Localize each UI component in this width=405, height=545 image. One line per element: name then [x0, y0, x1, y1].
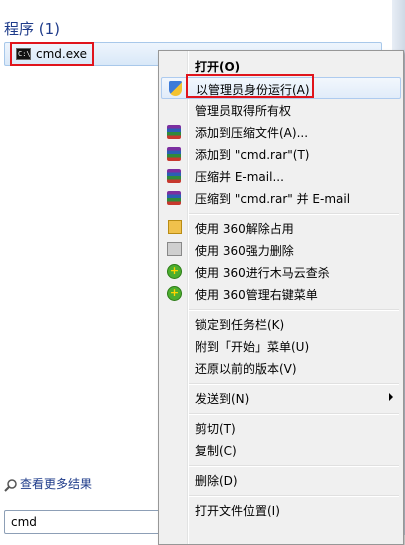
- menu-separator: [189, 383, 399, 385]
- search-icon: [4, 478, 17, 492]
- 360-manage-icon: +: [167, 286, 182, 301]
- top-edge: [0, 0, 392, 3]
- menu-item-add-to-archive[interactable]: 添加到压缩文件(A)...: [161, 121, 401, 143]
- menu-item-360-force-delete[interactable]: 使用 360强力删除: [161, 239, 401, 261]
- menu-item-360-cloud-scan[interactable]: + 使用 360进行木马云查杀: [161, 261, 401, 283]
- menu-separator: [189, 309, 399, 311]
- menu-item-label: 压缩并 E-mail...: [195, 170, 284, 184]
- menu-item-label: 打开(O): [195, 60, 241, 74]
- menu-separator: [189, 465, 399, 467]
- menu-item-label: 还原以前的版本(V): [195, 362, 297, 376]
- menu-item-label: 打开文件位置(I): [195, 504, 280, 518]
- menu-item-delete[interactable]: 删除(D): [161, 469, 401, 491]
- uac-shield-icon: [169, 81, 182, 96]
- menu-item-restore-previous[interactable]: 还原以前的版本(V): [161, 357, 401, 379]
- submenu-arrow-icon: [389, 393, 393, 401]
- menu-item-label: 附到「开始」菜单(U): [195, 340, 310, 354]
- menu-item-label: 管理员取得所有权: [195, 104, 292, 118]
- menu-item-add-to-cmd-rar[interactable]: 添加到 "cmd.rar"(T): [161, 143, 401, 165]
- see-more-results-link[interactable]: 查看更多结果: [4, 475, 92, 492]
- menu-item-label: 删除(D): [195, 474, 238, 488]
- menu-item-label: 剪切(T): [195, 422, 236, 436]
- menu-item-take-ownership[interactable]: 管理员取得所有权: [161, 99, 401, 121]
- winrar-icon: [167, 191, 181, 205]
- menu-item-label: 使用 360进行木马云查杀: [195, 266, 330, 280]
- menu-item-label: 使用 360解除占用: [195, 222, 294, 236]
- menu-item-360-manage-menu[interactable]: + 使用 360管理右键菜单: [161, 283, 401, 305]
- section-title-programs: 程序 (1): [4, 20, 61, 38]
- menu-item-pin-start[interactable]: 附到「开始」菜单(U): [161, 335, 401, 357]
- 360-scan-icon: +: [167, 264, 182, 279]
- menu-item-open-file-location[interactable]: 打开文件位置(I): [161, 499, 401, 521]
- menu-separator: [189, 495, 399, 497]
- menu-item-label: 压缩到 "cmd.rar" 并 E-mail: [195, 192, 351, 206]
- see-more-results-label: 查看更多结果: [20, 477, 93, 491]
- menu-item-label: 添加到 "cmd.rar"(T): [195, 148, 310, 162]
- menu-item-360-unlock[interactable]: 使用 360解除占用: [161, 217, 401, 239]
- menu-item-label: 使用 360管理右键菜单: [195, 288, 318, 302]
- menu-separator: [189, 213, 399, 215]
- annotation-highlight-run-as-admin: [186, 74, 314, 98]
- menu-item-compress-email[interactable]: 压缩并 E-mail...: [161, 165, 401, 187]
- winrar-icon: [167, 147, 181, 161]
- annotation-highlight-cmd: [10, 42, 94, 66]
- menu-item-label: 锁定到任务栏(K): [195, 318, 285, 332]
- context-menu: 打开(O) 以管理员身份运行(A) 管理员取得所有权 添加到压缩文件(A)...…: [158, 50, 404, 545]
- menu-item-send-to[interactable]: 发送到(N): [161, 387, 401, 409]
- 360-unlock-icon: [168, 220, 182, 234]
- winrar-icon: [167, 169, 181, 183]
- 360-shred-icon: [167, 242, 182, 256]
- menu-item-pin-taskbar[interactable]: 锁定到任务栏(K): [161, 313, 401, 335]
- menu-item-label: 发送到(N): [195, 392, 250, 406]
- menu-separator: [189, 413, 399, 415]
- menu-item-label: 复制(C): [195, 444, 237, 458]
- search-input[interactable]: cmd: [4, 510, 164, 534]
- menu-item-cut[interactable]: 剪切(T): [161, 417, 401, 439]
- menu-item-label: 使用 360强力删除: [195, 244, 294, 258]
- menu-item-copy[interactable]: 复制(C): [161, 439, 401, 461]
- winrar-icon: [167, 125, 181, 139]
- menu-item-label: 添加到压缩文件(A)...: [195, 126, 309, 140]
- menu-item-compress-to-rar-email[interactable]: 压缩到 "cmd.rar" 并 E-mail: [161, 187, 401, 209]
